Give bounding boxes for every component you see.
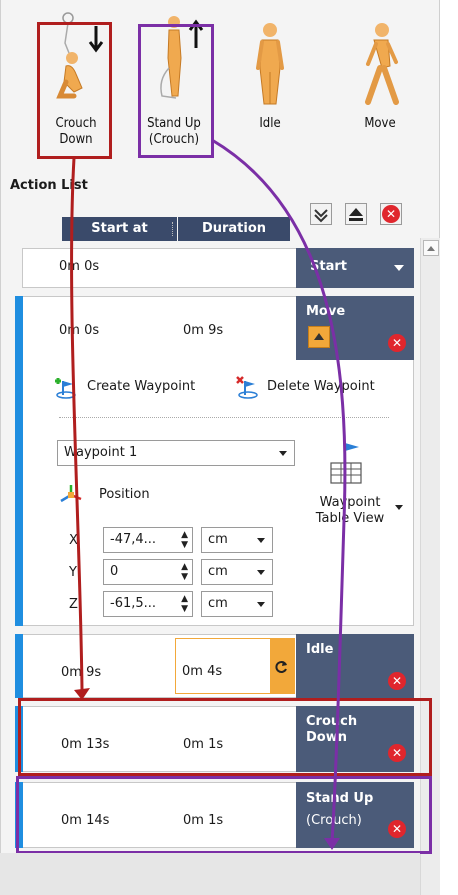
spinner-icon[interactable]: ▲ ▼ xyxy=(181,562,188,582)
spinner-icon[interactable]: ▲ ▼ xyxy=(181,594,188,614)
action-row-idle[interactable]: 0m 9s 0m 4s Idle ✕ xyxy=(15,634,414,698)
y-input[interactable]: 0 ▲ ▼ xyxy=(103,559,193,585)
column-start-at[interactable]: Start at xyxy=(62,217,177,241)
scroll-up-button[interactable] xyxy=(423,240,439,256)
delete-move-icon[interactable]: ✕ xyxy=(388,334,406,352)
axis-gizmo-icon xyxy=(60,485,82,503)
idle-label: Idle xyxy=(306,642,334,657)
idle-figure-icon xyxy=(256,23,284,105)
move-up-button[interactable] xyxy=(345,203,367,225)
idle-side[interactable]: Idle ✕ xyxy=(296,634,414,698)
waypoint-select[interactable]: Waypoint 1 xyxy=(57,440,295,466)
table-view-line2: Table View xyxy=(315,511,385,526)
refresh-icon xyxy=(275,661,287,673)
pose-label-line1: Move xyxy=(364,116,396,131)
waypoint-table-view-button[interactable]: Waypoint Table View xyxy=(305,439,403,559)
move-duration: 0m 9s xyxy=(183,323,224,338)
y-value: 0 xyxy=(110,564,119,579)
dropdown-arrow-icon[interactable] xyxy=(394,265,404,271)
close-icon: ✕ xyxy=(382,205,400,223)
move-start-time: 0m 0s xyxy=(59,323,100,338)
highlight-stand-up xyxy=(138,24,214,158)
row-bar xyxy=(15,296,23,626)
z-unit-select[interactable]: cm xyxy=(201,591,273,617)
double-down-arrow-icon xyxy=(314,209,328,223)
chevron-down-icon[interactable] xyxy=(395,505,403,510)
pose-move[interactable]: Move xyxy=(340,8,420,158)
z-input[interactable]: -61,5... ▲ ▼ xyxy=(103,591,193,617)
position-label: Position xyxy=(99,487,150,502)
collapse-arrow-icon xyxy=(314,333,324,340)
empty-list-area xyxy=(0,853,420,895)
column-separator xyxy=(172,222,173,236)
table-view-label: Waypoint Table View xyxy=(305,495,395,527)
chevron-down-icon xyxy=(279,451,287,456)
highlight-crouch-row xyxy=(18,698,432,776)
start-side[interactable]: Start xyxy=(296,248,414,288)
chevron-down-icon xyxy=(257,602,265,607)
action-row-start[interactable]: 0m 0s Start xyxy=(22,248,414,288)
idle-duration: 0m 4s xyxy=(182,664,223,679)
move-down-button[interactable] xyxy=(310,203,332,225)
pose-label: Idle xyxy=(230,116,310,132)
x-unit-select[interactable]: cm xyxy=(201,527,273,553)
row-bar xyxy=(15,634,23,698)
highlight-standup-row xyxy=(16,776,432,854)
y-unit: cm xyxy=(208,564,228,579)
idle-start-time: 0m 9s xyxy=(61,665,102,680)
axis-z-label: Z xyxy=(69,597,78,612)
y-unit-select[interactable]: cm xyxy=(201,559,273,585)
move-side[interactable]: Move ✕ xyxy=(296,296,414,360)
start-time: 0m 0s xyxy=(59,259,100,274)
eject-up-icon xyxy=(349,208,363,221)
table-view-icon xyxy=(330,443,362,484)
pose-idle[interactable]: Idle xyxy=(230,8,310,158)
move-figure-icon xyxy=(365,23,399,105)
axis-y-label: Y xyxy=(69,565,77,580)
position-group: Position xyxy=(59,483,179,507)
start-label: Start xyxy=(310,259,347,274)
create-waypoint-label: Create Waypoint xyxy=(87,379,196,394)
move-label: Move xyxy=(306,304,346,319)
waypoint-select-value: Waypoint 1 xyxy=(64,445,138,460)
delete-waypoint-icon xyxy=(236,376,258,399)
x-unit: cm xyxy=(208,532,228,547)
pose-label-line1: Idle xyxy=(259,116,281,131)
table-view-line1: Waypoint xyxy=(319,495,381,510)
z-unit: cm xyxy=(208,596,228,611)
action-list-title: Action List xyxy=(10,178,88,193)
chevron-down-icon xyxy=(257,570,265,575)
pose-label: Move xyxy=(340,116,420,132)
spinner-icon[interactable]: ▲ ▼ xyxy=(181,530,188,550)
reset-button[interactable] xyxy=(270,639,294,693)
axis-x-label: X xyxy=(69,533,78,548)
chevron-down-icon xyxy=(257,538,265,543)
idle-duration-field[interactable]: 0m 4s xyxy=(175,638,295,694)
column-duration[interactable]: Duration xyxy=(178,217,290,241)
delete-all-button[interactable]: ✕ xyxy=(380,203,402,225)
collapse-button[interactable] xyxy=(308,326,330,348)
create-waypoint-icon xyxy=(55,378,76,399)
delete-idle-icon[interactable]: ✕ xyxy=(388,672,406,690)
delete-waypoint-label: Delete Waypoint xyxy=(267,379,375,394)
z-value: -61,5... xyxy=(110,596,157,611)
divider xyxy=(59,417,389,418)
highlight-crouch-down xyxy=(37,22,112,159)
x-value: -47,4... xyxy=(110,532,157,547)
x-input[interactable]: -47,4... ▲ ▼ xyxy=(103,527,193,553)
action-row-move[interactable]: 0m 0s 0m 9s Move ✕ Create Waypoint Delet… xyxy=(15,296,414,626)
